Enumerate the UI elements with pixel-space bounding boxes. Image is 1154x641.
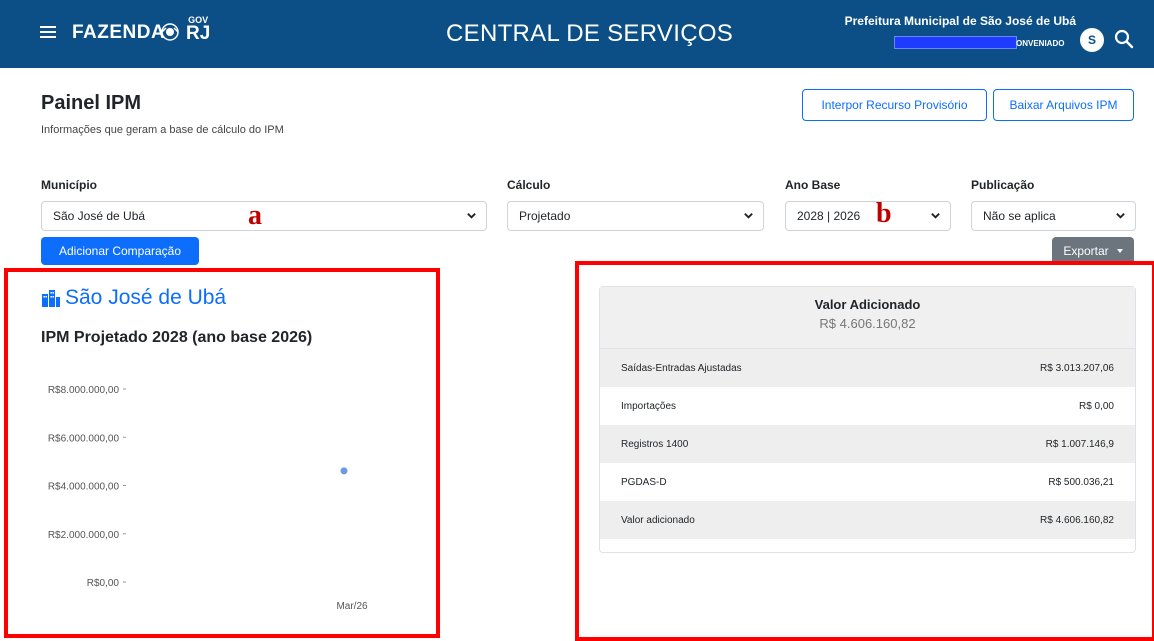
ano-base-select-value: 2028 | 2026 xyxy=(797,209,861,223)
municipio-select[interactable]: São José de Ubá xyxy=(41,201,487,231)
user-organization: Prefeitura Municipal de São José de Ubá xyxy=(844,14,1076,28)
municipio-select-value: São José de Ubá xyxy=(53,209,146,223)
publicacao-label: Publicação xyxy=(971,178,1035,192)
hamburger-menu-icon[interactable] xyxy=(40,26,56,38)
page-subtitle: Informações que geram a base de cálculo … xyxy=(41,124,284,136)
ano-base-label: Ano Base xyxy=(785,178,841,192)
calculo-select[interactable]: Projetado xyxy=(507,201,764,231)
interpor-recurso-button[interactable]: Interpor Recurso Provisório xyxy=(802,89,987,121)
highlight-frame-right xyxy=(575,261,1154,641)
search-icon[interactable] xyxy=(1114,29,1134,49)
calculo-label: Cálculo xyxy=(507,178,551,192)
user-avatar[interactable]: S xyxy=(1080,28,1104,52)
adicionar-comparacao-button[interactable]: Adicionar Comparação xyxy=(41,237,199,265)
annotation-a: a xyxy=(248,200,262,231)
chevron-down-icon xyxy=(931,213,940,219)
baixar-arquivos-button[interactable]: Baixar Arquivos IPM xyxy=(993,89,1134,121)
municipio-label: Município xyxy=(41,178,97,192)
rj-seal-icon xyxy=(161,23,179,41)
calculo-select-value: Projetado xyxy=(519,209,571,223)
user-role: ONVENIADO xyxy=(1016,39,1065,48)
redacted-username-bar xyxy=(894,36,1017,49)
annotation-b: b xyxy=(876,198,892,229)
chevron-down-icon xyxy=(744,213,753,219)
highlight-frame-left xyxy=(4,268,440,638)
app-title: CENTRAL DE SERVIÇOS xyxy=(446,20,734,47)
publicacao-select[interactable]: Não se aplica xyxy=(971,201,1136,231)
gov-rj-logo: GOV RJ xyxy=(186,15,211,44)
ano-base-select[interactable]: 2028 | 2026 xyxy=(785,201,951,231)
chevron-down-icon xyxy=(467,213,476,219)
top-navbar: FAZENDA GOV RJ CENTRAL DE SERVIÇOS Prefe… xyxy=(0,0,1154,68)
page-title: Painel IPM xyxy=(41,92,142,114)
publicacao-select-value: Não se aplica xyxy=(983,209,1056,223)
chevron-down-icon xyxy=(1116,213,1125,219)
caret-down-icon xyxy=(1116,249,1123,253)
brand-fazenda[interactable]: FAZENDA xyxy=(72,22,165,44)
exportar-label: Exportar xyxy=(1063,244,1109,258)
